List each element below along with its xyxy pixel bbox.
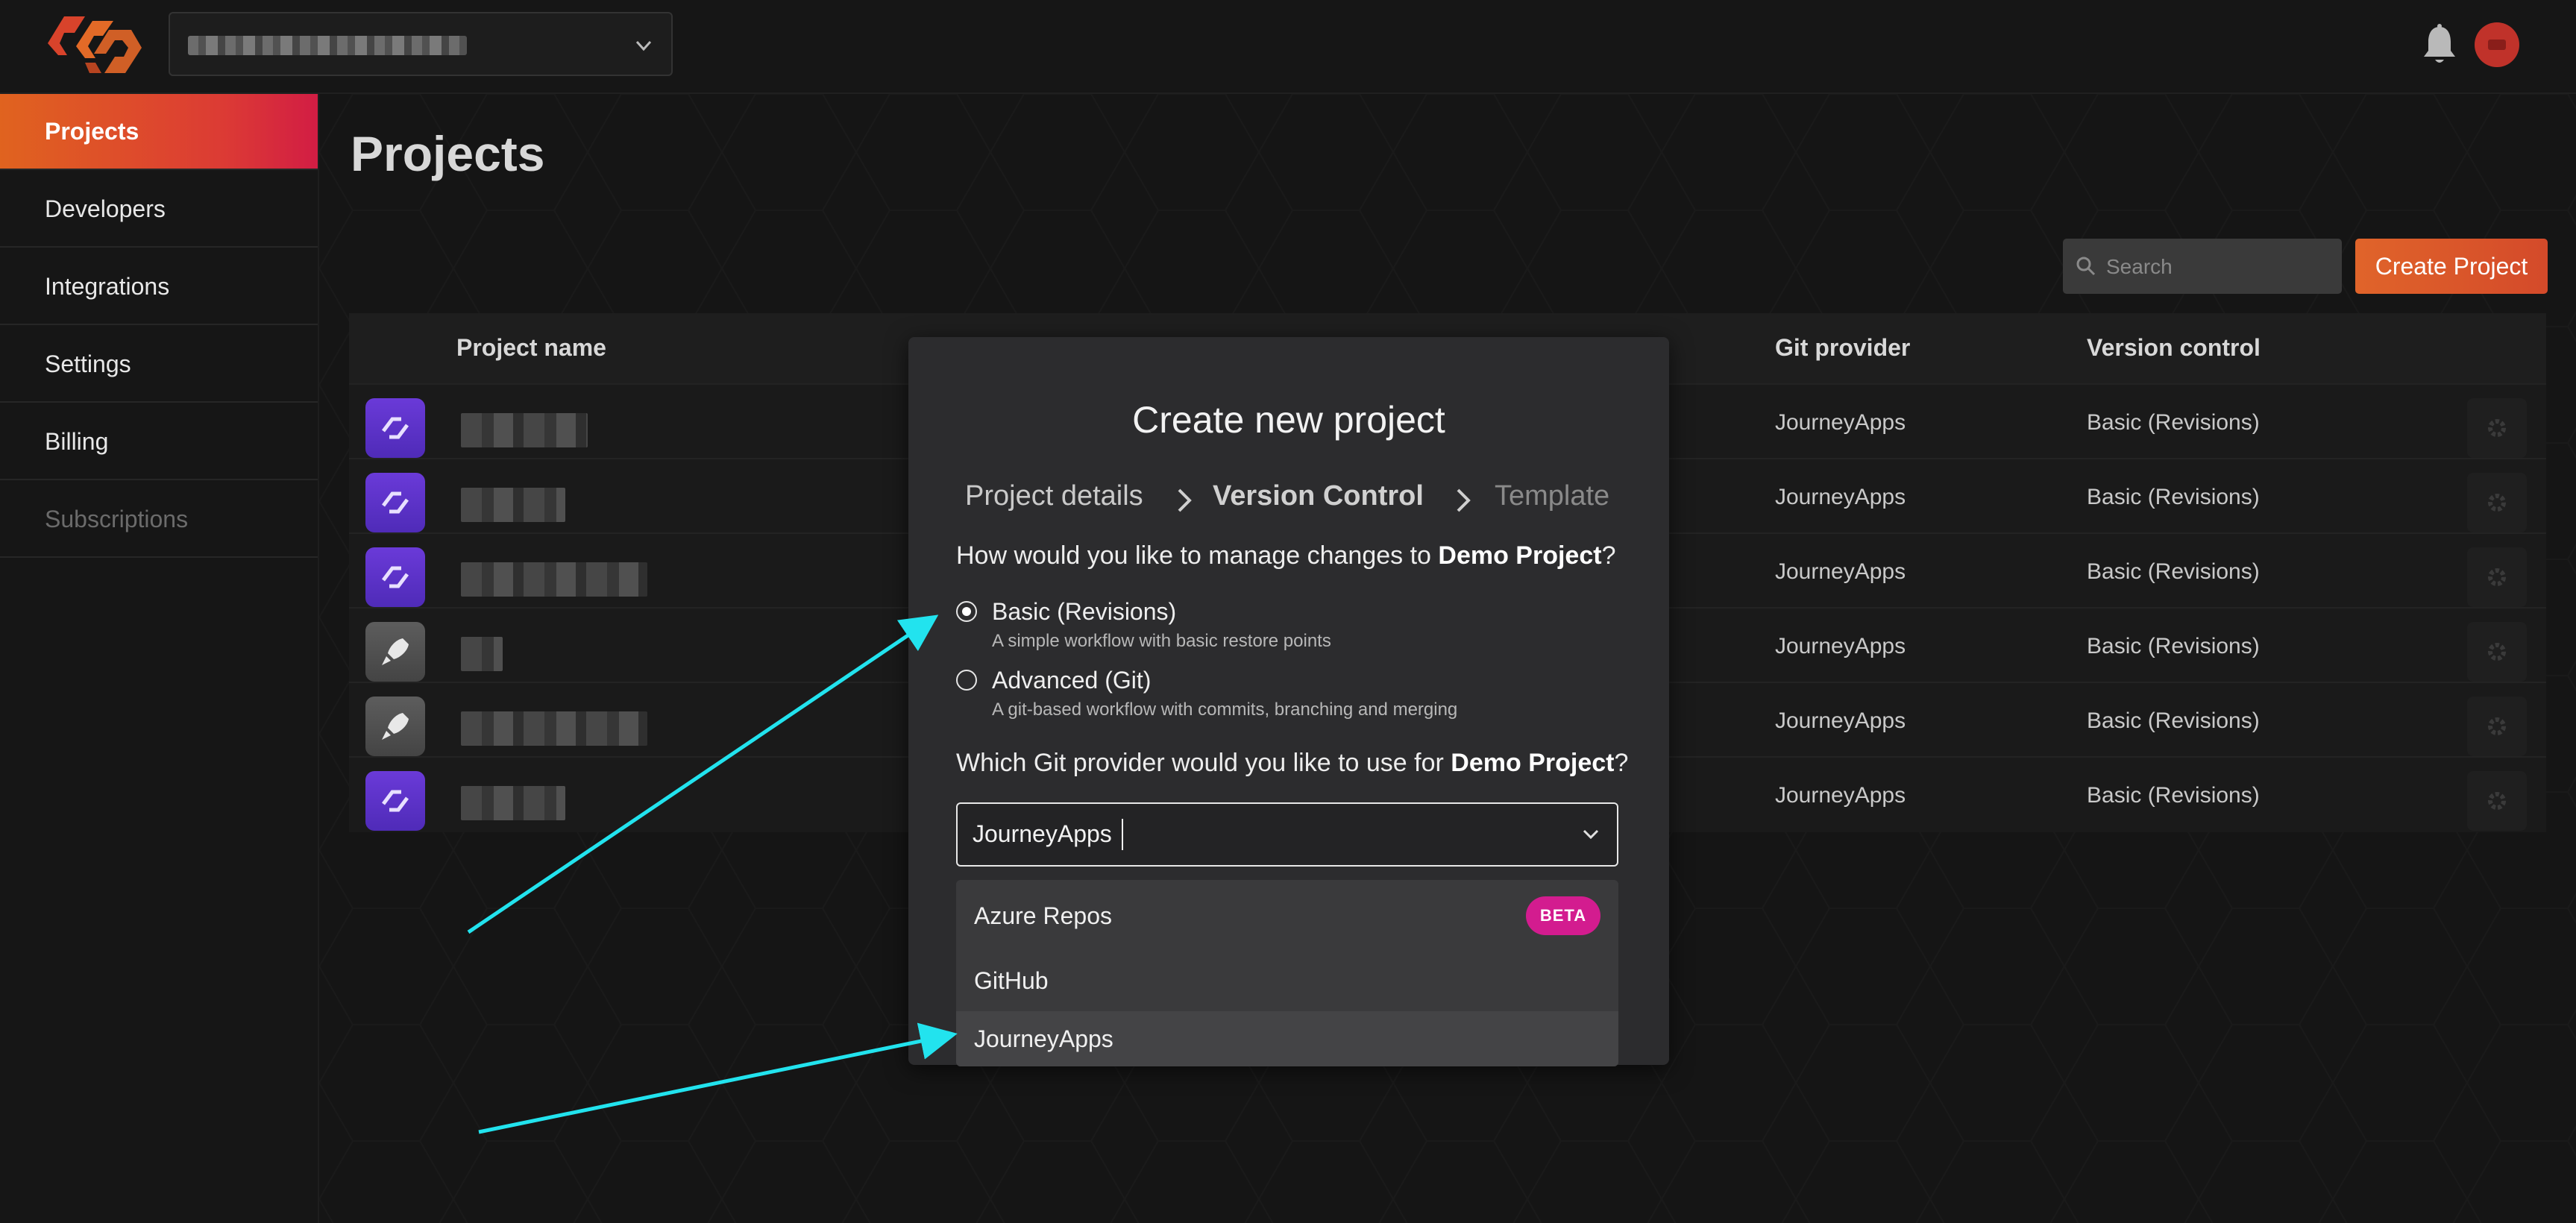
project-icon bbox=[365, 622, 425, 682]
row-git-provider: JourneyApps bbox=[1775, 410, 1906, 435]
page-title: Projects bbox=[351, 126, 545, 181]
step-version-control[interactable]: Version Control bbox=[1213, 480, 1424, 512]
project-name-redacted bbox=[461, 711, 647, 746]
sidebar-item-subscriptions: Subscriptions bbox=[0, 482, 318, 558]
row-version-control: Basic (Revisions) bbox=[2087, 485, 2260, 509]
search-icon bbox=[2076, 257, 2096, 276]
chevron-right-icon bbox=[1178, 488, 1192, 512]
row-settings-button[interactable] bbox=[2467, 547, 2527, 607]
git-provider-question: Which Git provider would you like to use… bbox=[956, 749, 1628, 778]
gear-icon bbox=[2488, 792, 2506, 810]
git-provider-select[interactable]: JourneyApps bbox=[956, 802, 1618, 867]
row-git-provider: JourneyApps bbox=[1775, 708, 1906, 733]
project-icon bbox=[365, 547, 425, 607]
gear-icon bbox=[2488, 568, 2506, 586]
project-icon bbox=[365, 473, 425, 532]
project-name-redacted bbox=[461, 637, 503, 671]
text-caret bbox=[1122, 819, 1123, 850]
row-version-control: Basic (Revisions) bbox=[2087, 783, 2260, 808]
chevron-right-icon bbox=[1457, 488, 1471, 512]
sidebar-item-projects[interactable]: Projects bbox=[0, 94, 318, 170]
column-header-project-name[interactable]: Project name bbox=[456, 334, 606, 362]
row-git-provider: JourneyApps bbox=[1775, 634, 1906, 658]
project-name-redacted bbox=[461, 562, 647, 597]
user-avatar[interactable] bbox=[2475, 22, 2519, 67]
gear-icon bbox=[2488, 494, 2506, 512]
link-icon bbox=[382, 566, 409, 588]
create-project-button[interactable]: Create Project bbox=[2355, 239, 2548, 294]
question-mark: ? bbox=[1614, 749, 1629, 777]
row-settings-button[interactable] bbox=[2467, 697, 2527, 756]
top-bar bbox=[0, 0, 2576, 94]
dropdown-option-journeyapps[interactable]: JourneyApps bbox=[956, 1011, 1618, 1066]
git-provider-dropdown: Azure Repos BETA GitHub JourneyApps bbox=[956, 880, 1618, 1066]
sidebar: Projects Developers Integrations Setting… bbox=[0, 94, 319, 1223]
row-git-provider: JourneyApps bbox=[1775, 485, 1906, 509]
option-label: GitHub bbox=[974, 967, 1049, 994]
rocket-icon bbox=[382, 638, 409, 665]
chevron-down-icon[interactable] bbox=[1580, 823, 1602, 846]
sidebar-item-settings[interactable]: Settings bbox=[0, 327, 318, 403]
beta-badge: BETA bbox=[1526, 896, 1600, 935]
option-description-basic: A simple workflow with basic restore poi… bbox=[992, 631, 1331, 651]
git-provider-value[interactable]: JourneyApps bbox=[973, 820, 1112, 848]
question-mark: ? bbox=[1601, 541, 1616, 570]
step-project-details[interactable]: Project details bbox=[965, 480, 1143, 512]
column-header-git-provider[interactable]: Git provider bbox=[1775, 334, 1910, 362]
project-name: Demo Project bbox=[1451, 749, 1615, 777]
project-name-redacted bbox=[461, 786, 565, 820]
row-settings-button[interactable] bbox=[2467, 473, 2527, 532]
option-label: Azure Repos bbox=[974, 902, 1112, 929]
search-box[interactable] bbox=[2063, 239, 2342, 295]
journeyapps-logo-icon[interactable] bbox=[42, 10, 143, 79]
step-template: Template bbox=[1495, 480, 1610, 512]
project-icon bbox=[365, 398, 425, 458]
row-git-provider: JourneyApps bbox=[1775, 559, 1906, 584]
organization-select[interactable] bbox=[169, 12, 673, 76]
row-version-control: Basic (Revisions) bbox=[2087, 708, 2260, 733]
project-icon bbox=[365, 697, 425, 756]
bell-icon[interactable] bbox=[2421, 22, 2458, 67]
row-settings-button[interactable] bbox=[2467, 771, 2527, 831]
create-project-modal: Create new project Project details Versi… bbox=[908, 337, 1669, 1066]
sidebar-item-billing[interactable]: Billing bbox=[0, 404, 318, 480]
radio-basic-revisions[interactable] bbox=[956, 601, 977, 622]
link-icon bbox=[382, 790, 409, 812]
dropdown-option-github[interactable]: GitHub bbox=[956, 952, 1618, 1010]
option-description-advanced: A git-based workflow with commits, branc… bbox=[992, 699, 1458, 720]
dropdown-option-azure-repos[interactable]: Azure Repos BETA bbox=[956, 880, 1618, 952]
sidebar-item-developers[interactable]: Developers bbox=[0, 172, 318, 248]
link-icon bbox=[382, 491, 409, 514]
question-text: How would you like to manage changes to bbox=[956, 541, 1439, 570]
option-label: JourneyApps bbox=[974, 1025, 1113, 1052]
row-version-control: Basic (Revisions) bbox=[2087, 634, 2260, 658]
search-input[interactable] bbox=[2105, 239, 2331, 295]
chevron-down-icon bbox=[635, 40, 652, 51]
version-control-question: How would you like to manage changes to … bbox=[956, 541, 1616, 570]
option-label-advanced[interactable]: Advanced (Git) bbox=[992, 667, 1151, 694]
option-label-basic[interactable]: Basic (Revisions) bbox=[992, 598, 1176, 626]
modal-title: Create new project bbox=[1132, 399, 1445, 441]
project-icon bbox=[365, 771, 425, 831]
project-name: Demo Project bbox=[1438, 541, 1602, 570]
row-git-provider: JourneyApps bbox=[1775, 783, 1906, 808]
gear-icon bbox=[2488, 419, 2506, 437]
row-version-control: Basic (Revisions) bbox=[2087, 410, 2260, 435]
sidebar-item-integrations[interactable]: Integrations bbox=[0, 249, 318, 325]
row-version-control: Basic (Revisions) bbox=[2087, 559, 2260, 584]
row-settings-button[interactable] bbox=[2467, 398, 2527, 458]
project-name-redacted bbox=[461, 488, 565, 522]
link-icon bbox=[382, 417, 409, 439]
radio-advanced-git[interactable] bbox=[956, 670, 977, 691]
organization-name-redacted bbox=[188, 36, 467, 55]
question-text: Which Git provider would you like to use… bbox=[956, 749, 1451, 777]
column-header-version-control[interactable]: Version control bbox=[2087, 334, 2261, 362]
project-name-redacted bbox=[461, 413, 588, 447]
rocket-icon bbox=[382, 713, 409, 740]
wizard-steps: Project details Version Control Template bbox=[965, 480, 1636, 522]
row-settings-button[interactable] bbox=[2467, 622, 2527, 682]
gear-icon bbox=[2488, 643, 2506, 661]
gear-icon bbox=[2488, 717, 2506, 735]
